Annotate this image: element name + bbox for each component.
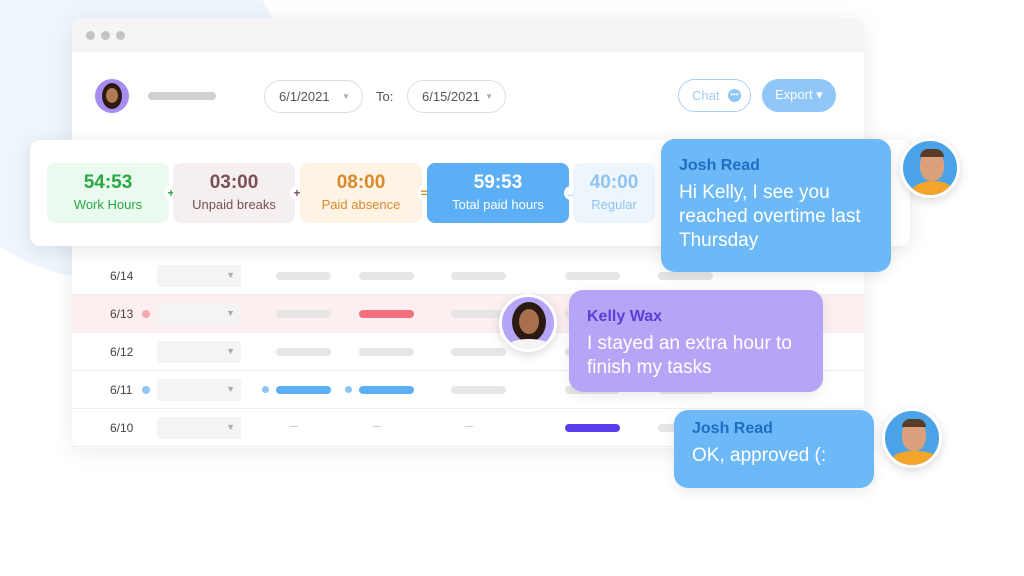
sender-name: Kelly Wax: [587, 308, 662, 325]
chevron-down-icon: ▼: [226, 346, 235, 356]
time-bar: [451, 386, 506, 394]
time-bar: [276, 272, 331, 280]
message-text: Hi Kelly, I see you reached overtime las…: [679, 182, 861, 251]
row-date: 6/12: [110, 345, 134, 359]
summary-label: Regular: [591, 197, 637, 212]
summary-label: Paid absence: [321, 197, 401, 212]
summary-unpaid-breaks: 03:00 Unpaid breaks: [173, 163, 295, 223]
row-date: 6/13: [110, 307, 134, 321]
summary-label: Work Hours: [73, 197, 143, 212]
user-name-placeholder: [148, 92, 216, 100]
row-date: 6/11: [110, 383, 133, 397]
row-dropdown[interactable]: ▼: [157, 265, 241, 287]
window-dot: [101, 31, 110, 40]
time-bar: [276, 386, 331, 394]
summary-total-paid-hours: 59:53 Total paid hours: [427, 163, 569, 223]
to-date-picker[interactable]: 6/15/2021 ▼: [407, 80, 506, 113]
chevron-down-icon: ▼: [226, 422, 235, 432]
summary-regular: 40:00 Regular: [573, 163, 655, 223]
time-bar: [359, 310, 414, 318]
sender-name: Josh Read: [679, 157, 760, 174]
chat-bubble-icon: •••: [728, 89, 741, 102]
time-bar: [359, 348, 414, 356]
from-date-picker[interactable]: 6/1/2021 ▼: [264, 80, 363, 113]
time-bar: [276, 310, 331, 318]
chat-message: Josh Read Hi Kelly, I see you reached ov…: [661, 139, 891, 272]
to-label: To:: [376, 89, 394, 104]
time-bar: [658, 272, 713, 280]
summary-label: Unpaid breaks: [192, 197, 276, 212]
time-bar: [359, 386, 414, 394]
summary-value: 59:53: [473, 172, 523, 193]
marker-dot: [345, 386, 352, 393]
empty-dash: [373, 426, 381, 427]
time-bar: [359, 272, 414, 280]
message-text: OK, approved (:: [692, 445, 827, 466]
summary-value: 03:00: [209, 172, 259, 193]
summary-value: 08:00: [336, 172, 386, 193]
chevron-down-icon: ▼: [226, 308, 235, 318]
export-button[interactable]: Export ▾: [762, 79, 836, 112]
info-icon: [142, 386, 150, 394]
time-bar: [276, 348, 331, 356]
empty-dash: [465, 426, 473, 427]
time-bar: [565, 272, 620, 280]
chat-message: Kelly Wax I stayed an extra hour to fini…: [569, 290, 823, 392]
row-dropdown[interactable]: ▼: [157, 303, 241, 325]
time-bar: [451, 348, 506, 356]
row-dropdown[interactable]: ▼: [157, 379, 241, 401]
message-text: I stayed an extra hour to finish my task…: [587, 333, 792, 378]
chevron-down-icon: ▼: [485, 92, 493, 101]
alert-icon: [142, 310, 150, 318]
window-dot: [116, 31, 125, 40]
marker-dot: [262, 386, 269, 393]
chat-button[interactable]: Chat •••: [678, 79, 751, 112]
row-date: 6/14: [110, 269, 134, 283]
summary-paid-absence: 08:00 Paid absence: [300, 163, 422, 223]
kelly-avatar: [499, 294, 557, 352]
time-bar: [451, 272, 506, 280]
chat-message: Josh Read OK, approved (:: [674, 410, 874, 488]
summary-work-hours: 54:53 Work Hours: [47, 163, 169, 223]
summary-value: 54:53: [83, 172, 133, 193]
josh-avatar: [882, 408, 942, 468]
row-dropdown[interactable]: ▼: [157, 341, 241, 363]
title-bar: [72, 18, 864, 52]
window-dot: [86, 31, 95, 40]
to-date: 6/15/2021: [422, 89, 480, 104]
summary-label: Total paid hours: [452, 197, 544, 212]
summary-value: 40:00: [589, 172, 639, 193]
empty-dash: [290, 426, 298, 427]
josh-avatar: [900, 138, 960, 198]
time-bar: [451, 310, 506, 318]
chat-label: Chat: [692, 88, 720, 103]
chevron-down-icon: ▼: [226, 270, 235, 280]
avatar[interactable]: [95, 79, 129, 113]
chevron-down-icon: ▼: [226, 384, 235, 394]
chevron-down-icon: ▼: [342, 92, 350, 101]
from-date: 6/1/2021: [279, 89, 330, 104]
time-bar: [565, 424, 620, 432]
sender-name: Josh Read: [692, 420, 773, 437]
row-date: 6/10: [110, 421, 134, 435]
row-dropdown[interactable]: ▼: [157, 417, 241, 439]
